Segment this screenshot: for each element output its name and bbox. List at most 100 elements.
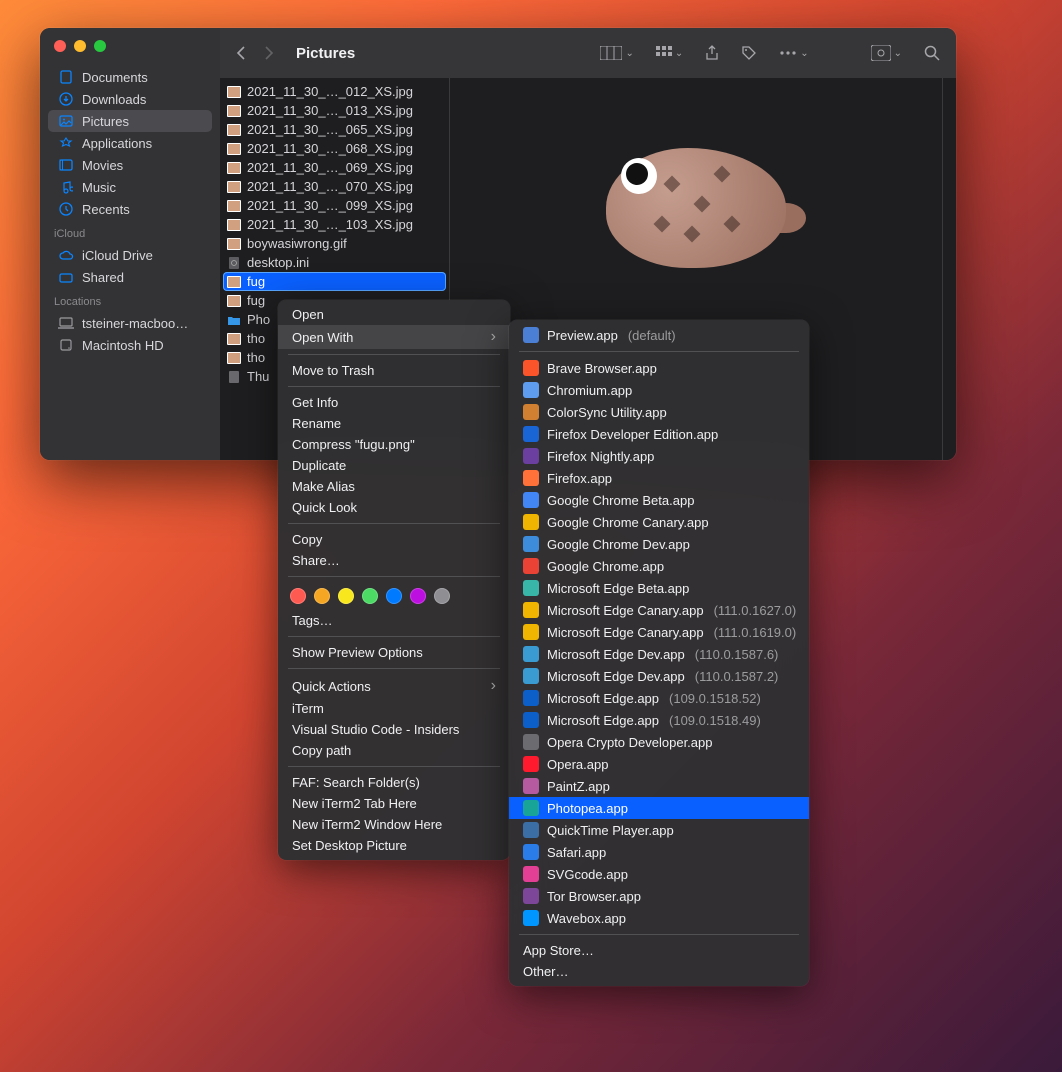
file-row[interactable]: desktop.ini bbox=[223, 253, 446, 272]
search-button[interactable] bbox=[924, 45, 940, 61]
open-with-google-chrome-beta-app[interactable]: Google Chrome Beta.app bbox=[509, 489, 809, 511]
open-with-google-chrome-canary-app[interactable]: Google Chrome Canary.app bbox=[509, 511, 809, 533]
open-with-safari-app[interactable]: Safari.app bbox=[509, 841, 809, 863]
open-with-microsoft-edge-beta-app[interactable]: Microsoft Edge Beta.app bbox=[509, 577, 809, 599]
tag-color[interactable] bbox=[314, 588, 330, 604]
quick-action-button[interactable]: ⌄ bbox=[871, 45, 902, 61]
window-title: Pictures bbox=[296, 45, 355, 62]
ctx-rename[interactable]: Rename bbox=[278, 413, 510, 434]
ctx-get-info[interactable]: Get Info bbox=[278, 392, 510, 413]
sidebar-item-music[interactable]: Music bbox=[48, 176, 212, 198]
open-with-photopea-app[interactable]: Photopea.app bbox=[509, 797, 809, 819]
ctx-copy-path[interactable]: Copy path bbox=[278, 740, 510, 761]
open-with-preview-app[interactable]: Preview.app(default) bbox=[509, 324, 809, 346]
ctx-iterm[interactable]: iTerm bbox=[278, 698, 510, 719]
ctx-set-desktop-picture[interactable]: Set Desktop Picture bbox=[278, 835, 510, 856]
ctx-make-alias[interactable]: Make Alias bbox=[278, 476, 510, 497]
open-with-microsoft-edge-app[interactable]: Microsoft Edge.app(109.0.1518.49) bbox=[509, 709, 809, 731]
tag-color[interactable] bbox=[410, 588, 426, 604]
open-with-firefox-app[interactable]: Firefox.app bbox=[509, 467, 809, 489]
sidebar-item-pictures[interactable]: Pictures bbox=[48, 110, 212, 132]
file-row[interactable]: 2021_11_30_…_099_XS.jpg bbox=[223, 196, 446, 215]
nav-back-button[interactable] bbox=[236, 45, 246, 61]
ctx-vscode[interactable]: Visual Studio Code - Insiders bbox=[278, 719, 510, 740]
open-with-paintz-app[interactable]: PaintZ.app bbox=[509, 775, 809, 797]
view-columns-button[interactable]: ⌄ bbox=[600, 46, 633, 60]
sidebar-item-applications[interactable]: Applications bbox=[48, 132, 212, 154]
sidebar-item-movies[interactable]: Movies bbox=[48, 154, 212, 176]
file-row[interactable]: boywasiwrong.gif bbox=[223, 234, 446, 253]
open-with-quicktime-player-app[interactable]: QuickTime Player.app bbox=[509, 819, 809, 841]
file-row[interactable]: 2021_11_30_…_069_XS.jpg bbox=[223, 158, 446, 177]
file-row[interactable]: 2021_11_30_…_065_XS.jpg bbox=[223, 120, 446, 139]
ctx-move-to-trash[interactable]: Move to Trash bbox=[278, 360, 510, 381]
sidebar-item-icloud-drive[interactable]: iCloud Drive bbox=[48, 244, 212, 266]
open-with-opera-crypto-developer-app[interactable]: Opera Crypto Developer.app bbox=[509, 731, 809, 753]
sidebar-item-shared[interactable]: Shared bbox=[48, 266, 212, 288]
tag-color[interactable] bbox=[386, 588, 402, 604]
ctx-duplicate[interactable]: Duplicate bbox=[278, 455, 510, 476]
nav-forward-button[interactable] bbox=[264, 45, 274, 61]
open-with-firefox-developer-edition-app[interactable]: Firefox Developer Edition.app bbox=[509, 423, 809, 445]
close-button[interactable] bbox=[54, 40, 66, 52]
tag-color[interactable] bbox=[290, 588, 306, 604]
sidebar-item-macintosh-hd[interactable]: Macintosh HD bbox=[48, 334, 212, 356]
sidebar-item-tsteiner-macboo-[interactable]: tsteiner-macboo… bbox=[48, 312, 212, 334]
sidebar-item-documents[interactable]: Documents bbox=[48, 66, 212, 88]
file-row[interactable]: 2021_11_30_…_103_XS.jpg bbox=[223, 215, 446, 234]
open-with-microsoft-edge-canary-app[interactable]: Microsoft Edge Canary.app(111.0.1627.0) bbox=[509, 599, 809, 621]
tag-color[interactable] bbox=[338, 588, 354, 604]
open-with-google-chrome-dev-app[interactable]: Google Chrome Dev.app bbox=[509, 533, 809, 555]
open-with-brave-browser-app[interactable]: Brave Browser.app bbox=[509, 357, 809, 379]
open-with-svgcode-app[interactable]: SVGcode.app bbox=[509, 863, 809, 885]
open-with-microsoft-edge-canary-app[interactable]: Microsoft Edge Canary.app(111.0.1619.0) bbox=[509, 621, 809, 643]
ctx-faf[interactable]: FAF: Search Folder(s) bbox=[278, 772, 510, 793]
open-with-microsoft-edge-app[interactable]: Microsoft Edge.app(109.0.1518.52) bbox=[509, 687, 809, 709]
ctx-quick-look[interactable]: Quick Look bbox=[278, 497, 510, 518]
open-with-opera-app[interactable]: Opera.app bbox=[509, 753, 809, 775]
minimize-button[interactable] bbox=[74, 40, 86, 52]
ctx-copy[interactable]: Copy bbox=[278, 529, 510, 550]
open-with-wavebox-app[interactable]: Wavebox.app bbox=[509, 907, 809, 929]
open-with-google-chrome-app[interactable]: Google Chrome.app bbox=[509, 555, 809, 577]
file-row[interactable]: 2021_11_30_…_068_XS.jpg bbox=[223, 139, 446, 158]
ctx-share[interactable]: Share… bbox=[278, 550, 510, 571]
open-with-tor-browser-app[interactable]: Tor Browser.app bbox=[509, 885, 809, 907]
open-with-firefox-nightly-app[interactable]: Firefox Nightly.app bbox=[509, 445, 809, 467]
open-with-other[interactable]: Other… bbox=[509, 961, 809, 982]
file-row[interactable]: fug bbox=[223, 272, 446, 291]
file-row[interactable]: 2021_11_30_…_013_XS.jpg bbox=[223, 101, 446, 120]
sidebar-item-label: iCloud Drive bbox=[82, 248, 153, 263]
file-row[interactable]: 2021_11_30_…_012_XS.jpg bbox=[223, 82, 446, 101]
zoom-button[interactable] bbox=[94, 40, 106, 52]
tag-color[interactable] bbox=[434, 588, 450, 604]
sidebar-item-label: tsteiner-macboo… bbox=[82, 316, 188, 331]
file-row[interactable]: 2021_11_30_…_070_XS.jpg bbox=[223, 177, 446, 196]
tag-color[interactable] bbox=[362, 588, 378, 604]
ctx-new-iterm-window[interactable]: New iTerm2 Window Here bbox=[278, 814, 510, 835]
sidebar-item-downloads[interactable]: Downloads bbox=[48, 88, 212, 110]
app-name: Preview.app bbox=[547, 328, 618, 343]
ctx-tags[interactable]: Tags… bbox=[278, 610, 510, 631]
app-icon bbox=[523, 536, 539, 552]
tags-button[interactable] bbox=[741, 45, 757, 61]
ctx-show-preview-options[interactable]: Show Preview Options bbox=[278, 642, 510, 663]
open-with-app-store[interactable]: App Store… bbox=[509, 940, 809, 961]
ctx-open-with[interactable]: Open With bbox=[278, 325, 510, 349]
app-icon bbox=[523, 602, 539, 618]
open-with-chromium-app[interactable]: Chromium.app bbox=[509, 379, 809, 401]
share-button[interactable] bbox=[705, 45, 719, 61]
open-with-microsoft-edge-dev-app[interactable]: Microsoft Edge Dev.app(110.0.1587.2) bbox=[509, 665, 809, 687]
preview-scrollbar[interactable] bbox=[942, 78, 956, 460]
app-icon bbox=[523, 844, 539, 860]
ctx-new-iterm-tab[interactable]: New iTerm2 Tab Here bbox=[278, 793, 510, 814]
group-button[interactable]: ⌄ bbox=[656, 46, 683, 60]
open-with-colorsync-utility-app[interactable]: ColorSync Utility.app bbox=[509, 401, 809, 423]
sidebar-item-recents[interactable]: Recents bbox=[48, 198, 212, 220]
ctx-compress[interactable]: Compress "fugu.png" bbox=[278, 434, 510, 455]
finder-sidebar: DocumentsDownloadsPicturesApplicationsMo… bbox=[40, 28, 220, 460]
open-with-microsoft-edge-dev-app[interactable]: Microsoft Edge Dev.app(110.0.1587.6) bbox=[509, 643, 809, 665]
ctx-open[interactable]: Open bbox=[278, 304, 510, 325]
ctx-quick-actions[interactable]: Quick Actions bbox=[278, 674, 510, 698]
action-button[interactable]: ⌄ bbox=[779, 47, 808, 59]
